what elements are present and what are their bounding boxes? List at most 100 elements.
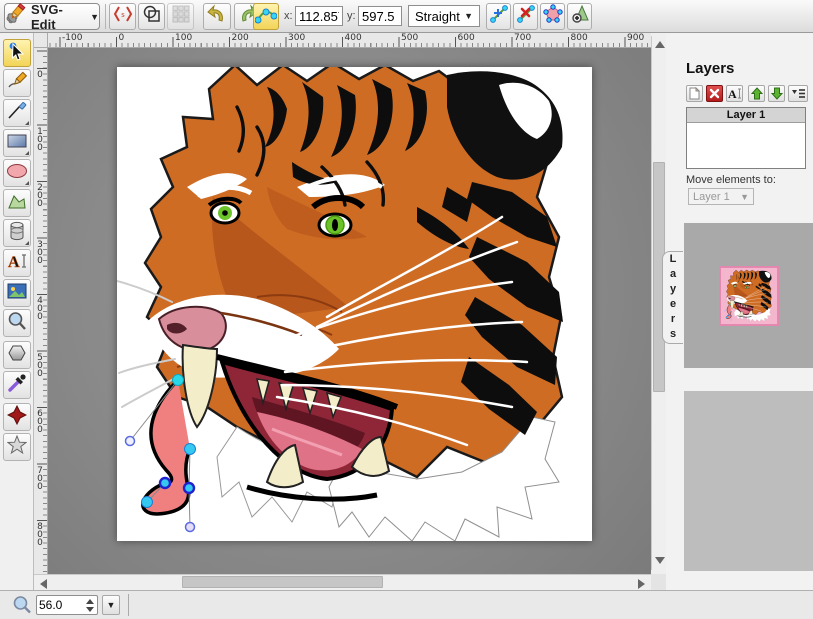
- link-control-points-toggle[interactable]: [253, 3, 279, 30]
- undo-button[interactable]: [203, 3, 231, 30]
- add-subpath-button[interactable]: [567, 3, 592, 30]
- scroll-left-arrow[interactable]: [40, 579, 47, 589]
- tool-image[interactable]: [3, 279, 31, 307]
- ruler-tick-label: 700: [514, 33, 531, 43]
- ruler-tick-label: 500: [35, 353, 45, 377]
- layer-list[interactable]: Layer 1: [686, 107, 806, 169]
- main-menu-button[interactable]: SVG-Edit ▼: [4, 3, 100, 30]
- bottom-separator: [128, 594, 129, 616]
- preview-panel: [684, 223, 813, 368]
- ruler-tick-label: 800: [35, 522, 45, 546]
- delete-layer-button[interactable]: [706, 85, 723, 102]
- svg-text:s: s: [120, 11, 124, 19]
- flyout-arrow: [25, 241, 29, 245]
- scrollbar-corner: [651, 574, 666, 590]
- drawing-workspace[interactable]: [48, 48, 651, 574]
- ruler-tick-label: 600: [35, 409, 45, 433]
- zoom-preset-dropdown[interactable]: ▼: [102, 595, 120, 615]
- scroll-right-arrow[interactable]: [638, 579, 645, 589]
- move-layer-down-button[interactable]: [768, 85, 785, 102]
- rename-text-icon: A: [728, 87, 742, 100]
- tool-rectangle[interactable]: [3, 129, 31, 157]
- top-toolbar: SVG-Edit ▼ s: [0, 0, 813, 33]
- star-icon: [7, 435, 27, 460]
- rename-layer-button[interactable]: A: [726, 85, 743, 102]
- edit-source-button[interactable]: s: [109, 3, 136, 30]
- layers-panel-toggle-tab[interactable]: Layers: [662, 251, 683, 344]
- add-node-button[interactable]: [486, 3, 511, 30]
- scroll-down-arrow[interactable]: [655, 557, 665, 564]
- tool-polygon[interactable]: [3, 341, 31, 369]
- image-icon: [7, 283, 27, 304]
- layer-list-item[interactable]: Layer 1: [687, 108, 805, 123]
- chevron-down-icon: ▼: [464, 11, 473, 21]
- y-coordinate-input[interactable]: [358, 6, 402, 26]
- tool-text[interactable]: A: [3, 249, 31, 277]
- segment-type-value: Straight: [415, 9, 460, 24]
- shape-operations-button[interactable]: [138, 3, 165, 30]
- pencil-icon: [7, 71, 27, 96]
- cylinder-icon: [9, 221, 25, 246]
- zoom-level-field[interactable]: [36, 595, 98, 615]
- horizontal-scroll-thumb[interactable]: [182, 576, 383, 588]
- layer-options-button[interactable]: [788, 85, 808, 102]
- eyedropper-icon: [7, 373, 27, 398]
- layers-panel-title: Layers: [686, 60, 734, 77]
- main-menu-label: SVG-Edit: [31, 2, 86, 32]
- move-elements-select[interactable]: Layer 1 ▼: [688, 188, 754, 205]
- tool-pencil[interactable]: [3, 69, 31, 97]
- ruler-tick-label: 500: [401, 33, 418, 43]
- segment-type-select[interactable]: Straight ▼: [408, 5, 480, 27]
- add-subpath-icon: [570, 4, 590, 29]
- tool-path[interactable]: [3, 189, 31, 217]
- x-coordinate-input[interactable]: [295, 6, 343, 26]
- zoom-level-input[interactable]: [39, 597, 79, 613]
- open-close-path-button[interactable]: [540, 3, 565, 30]
- ruler-tick-label: 700: [35, 466, 45, 490]
- ruler-corner: [34, 33, 48, 48]
- move-layer-up-button[interactable]: [748, 85, 765, 102]
- delete-node-button[interactable]: [513, 3, 538, 30]
- ruler-tick-label: 400: [345, 33, 362, 43]
- scroll-up-arrow[interactable]: [655, 41, 665, 48]
- svg-text:A: A: [8, 254, 20, 270]
- tool-ellipse[interactable]: [3, 159, 31, 187]
- ruler-tick-label: 100: [175, 33, 192, 43]
- tool-shapelib-current[interactable]: [3, 403, 31, 431]
- tool-shape-library[interactable]: [3, 219, 31, 247]
- tool-eyedropper[interactable]: [3, 371, 31, 399]
- svg-edit-logo-icon: [5, 3, 27, 30]
- horizontal-scrollbar[interactable]: [34, 574, 651, 590]
- open-path-icon: [543, 4, 563, 29]
- menu-list-icon: [791, 88, 806, 99]
- ruler-tick-label: 800: [571, 33, 588, 43]
- green-down-arrow-icon: [771, 87, 783, 100]
- ruler-tick-label: 900: [627, 33, 644, 43]
- grid-button[interactable]: [167, 3, 194, 30]
- zoom-spin-up[interactable]: [86, 599, 94, 604]
- chevron-down-icon: ▼: [90, 12, 99, 22]
- tool-select[interactable]: [3, 39, 31, 67]
- tool-zoom[interactable]: [3, 309, 31, 337]
- move-elements-value: Layer 1: [693, 191, 730, 203]
- tool-star[interactable]: [3, 433, 31, 461]
- path-shape-icon: [7, 192, 27, 215]
- new-layer-button[interactable]: [686, 85, 703, 102]
- svg-text:A: A: [728, 87, 737, 100]
- tool-line[interactable]: [3, 99, 31, 127]
- zoom-spin-down[interactable]: [86, 607, 94, 612]
- bottom-toolbar: ▼: [0, 590, 813, 619]
- flyout-arrow: [25, 151, 29, 155]
- left-tool-palette: A: [0, 33, 34, 590]
- ruler-tick-label: 600: [458, 33, 475, 43]
- layers-tab-label: Layers: [667, 253, 679, 343]
- layers-panel: Layers A Layer 1 Move elements to:: [666, 33, 813, 590]
- add-node-icon: [489, 4, 509, 29]
- hexagon-icon: [7, 344, 27, 367]
- ruler-top: -10001002003004005006007008009001000: [48, 33, 651, 48]
- path-nodes-icon: [255, 4, 277, 29]
- select-arrow-icon: [7, 41, 27, 66]
- chevron-down-icon: ▼: [740, 192, 749, 202]
- svg-canvas[interactable]: [117, 67, 592, 541]
- new-page-icon: [688, 87, 701, 100]
